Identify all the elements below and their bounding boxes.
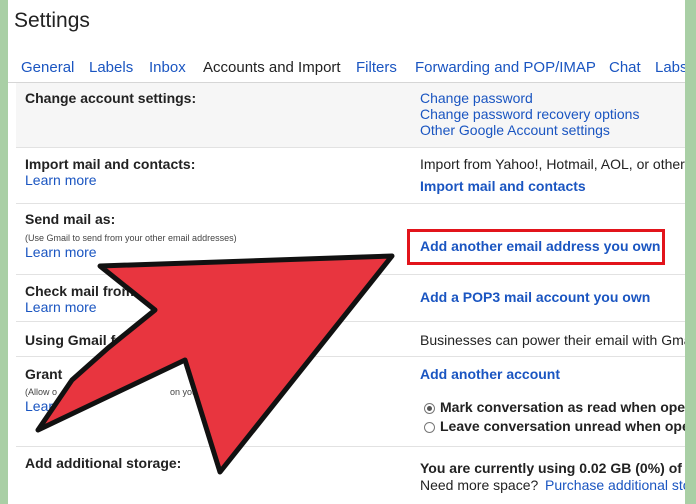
pointer-arrow-icon — [35, 253, 395, 475]
